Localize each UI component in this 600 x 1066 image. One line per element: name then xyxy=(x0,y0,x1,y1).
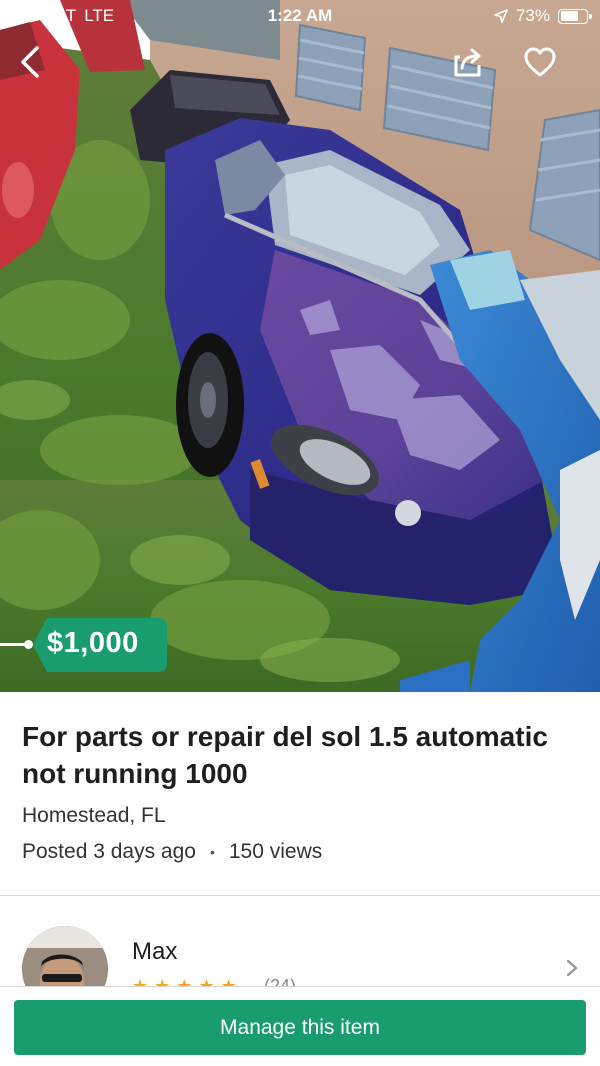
heart-icon xyxy=(524,47,556,77)
meta-separator: • xyxy=(209,844,215,860)
listing-location: Homestead, FL xyxy=(22,804,166,827)
listing-title: For parts or repair del sol 1.5 automati… xyxy=(22,721,548,789)
location-arrow-icon xyxy=(494,9,508,23)
manage-item-button[interactable]: Manage this item xyxy=(14,1000,586,1055)
battery-icon xyxy=(558,8,592,24)
seller-row[interactable]: Max ★★★★★ (24) xyxy=(0,896,600,1012)
battery-percent: 73% xyxy=(515,6,550,25)
share-button[interactable] xyxy=(448,42,488,82)
chevron-right-icon[interactable] xyxy=(562,958,582,978)
listing-screen: AT&T LTE 1:22 AM 73% $1,000 For parts or… xyxy=(0,0,600,1066)
price-tag-hole xyxy=(24,640,33,649)
posted-date: Posted 3 days ago xyxy=(22,840,196,863)
bottom-action-bar: Manage this item xyxy=(0,986,600,1066)
listing-meta: Posted 3 days ago • 150 views xyxy=(22,840,322,864)
status-right: 73% xyxy=(494,6,592,26)
view-count: 150 views xyxy=(228,840,323,863)
listing-details: For parts or repair del sol 1.5 automati… xyxy=(0,692,600,896)
chevron-left-icon xyxy=(21,46,39,78)
price-value: $1,000 xyxy=(47,627,139,659)
status-bar: AT&T LTE 1:22 AM 73% xyxy=(0,0,600,32)
favorite-button[interactable] xyxy=(520,42,560,82)
share-icon xyxy=(454,48,481,77)
listing-photo[interactable] xyxy=(0,0,600,692)
battery-cap xyxy=(589,13,592,19)
seller-name[interactable]: Max xyxy=(132,938,177,966)
battery-fill xyxy=(560,11,579,21)
back-button[interactable] xyxy=(10,42,50,82)
